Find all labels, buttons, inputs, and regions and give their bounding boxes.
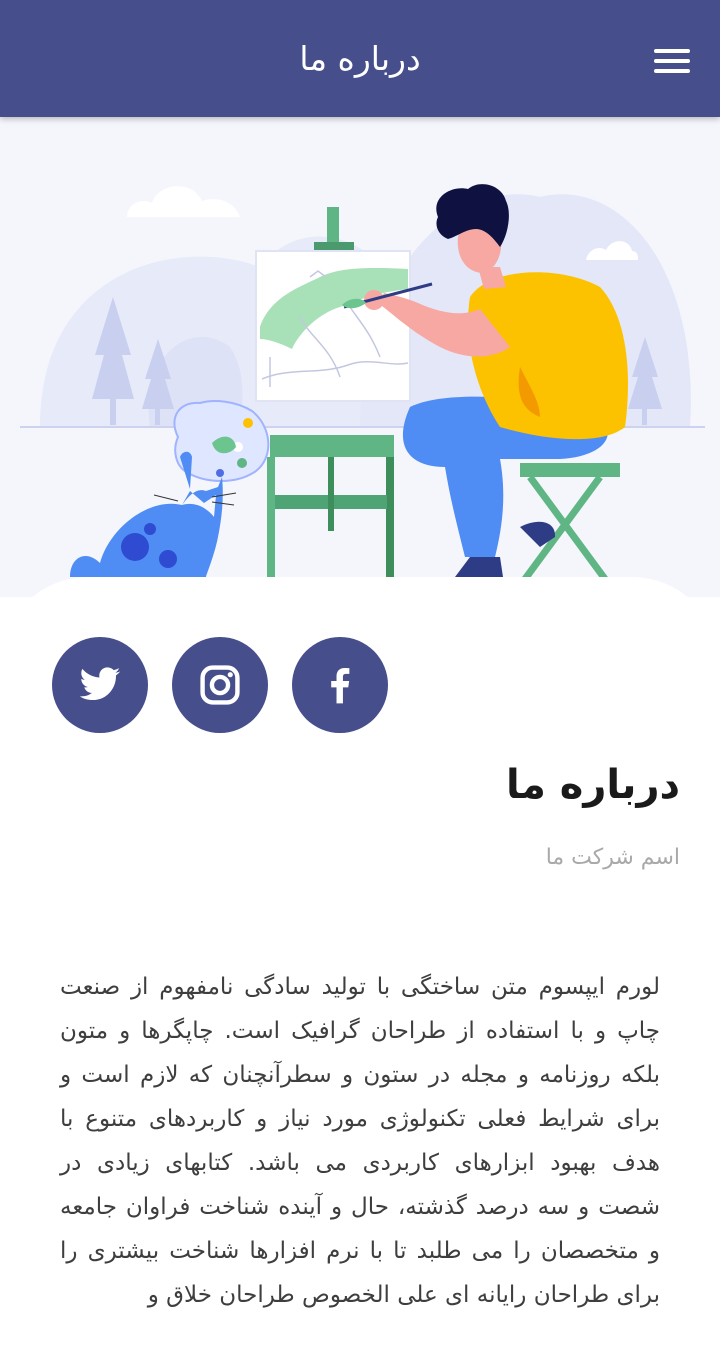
artist-illustration bbox=[20, 184, 705, 582]
page-title: درباره ما bbox=[299, 39, 421, 78]
twitter-button[interactable] bbox=[52, 637, 148, 733]
menu-button[interactable] bbox=[650, 44, 692, 78]
hamburger-menu-icon bbox=[654, 49, 690, 53]
app-header: درباره ما bbox=[0, 0, 720, 117]
twitter-icon bbox=[79, 667, 121, 701]
hero-banner bbox=[0, 117, 720, 597]
facebook-icon bbox=[331, 667, 350, 704]
about-heading: درباره ما bbox=[506, 762, 680, 808]
content-card: درباره ما اسم شرکت ما لورم ایپسوم متن سا… bbox=[0, 577, 720, 1357]
instagram-button[interactable] bbox=[172, 637, 268, 733]
instagram-icon bbox=[200, 665, 240, 705]
facebook-button[interactable] bbox=[292, 637, 388, 733]
company-name-subtitle: اسم شرکت ما bbox=[545, 845, 680, 870]
about-body-text: لورم ایپسوم متن ساختگی با تولید سادگی نا… bbox=[60, 974, 660, 1308]
